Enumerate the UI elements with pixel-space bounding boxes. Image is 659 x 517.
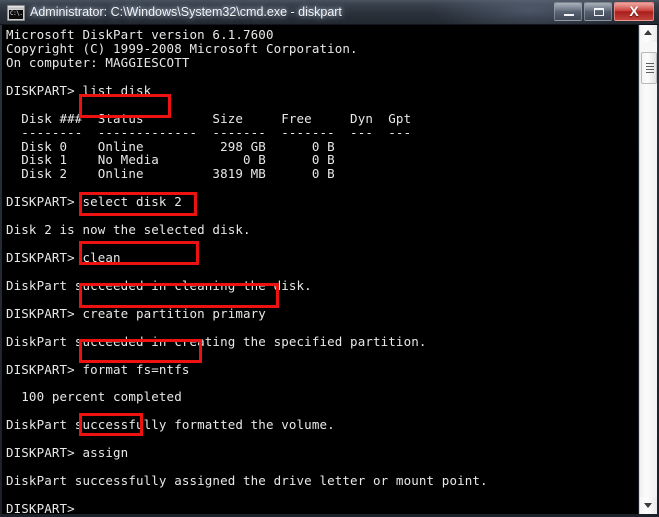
minimize-button[interactable] (554, 2, 582, 21)
console-line: DISKPART> assign (6, 445, 129, 461)
command-highlight-box (79, 241, 199, 265)
minimize-icon (564, 14, 574, 16)
vertical-scrollbar[interactable] (639, 25, 657, 514)
scroll-down-icon (644, 503, 652, 508)
console-line: DISKPART> (6, 500, 75, 514)
scroll-thumb-grip (646, 63, 654, 64)
command-highlight-box (79, 192, 197, 216)
close-icon: X (629, 3, 639, 19)
console-line: -------- ------------- ------- ------- -… (6, 124, 412, 140)
command-highlight-box (79, 283, 279, 308)
console-line: Disk 1 No Media 0 B 0 B (6, 152, 335, 168)
console-line: Disk 2 is now the selected disk. (6, 222, 251, 238)
console-output-area[interactable]: Microsoft DiskPart version 6.1.7600 Copyr… (2, 25, 638, 514)
title-bar[interactable]: C:\. Administrator: C:\Windows\System32\… (0, 0, 659, 25)
cmd-console-icon: C:\. (7, 5, 25, 21)
console-line: Disk 2 Online 3819 MB 0 B (6, 166, 335, 182)
icon-titlestrip (8, 6, 24, 9)
command-highlight-box (79, 94, 171, 118)
window-title: Administrator: C:\Windows\System32\cmd.e… (30, 5, 342, 19)
scroll-up-icon (644, 30, 652, 35)
command-highlight-box (79, 339, 202, 363)
scroll-down-arrow[interactable] (640, 497, 657, 514)
scroll-up-arrow[interactable] (640, 25, 657, 42)
console-line: 100 percent completed (6, 389, 182, 405)
maximize-icon (594, 8, 604, 16)
icon-screen: C:\. (9, 10, 23, 19)
close-button[interactable]: X (614, 2, 654, 21)
icon-prompt-text: C:\. (10, 10, 23, 17)
console-line: Disk 0 Online 298 GB 0 B (6, 138, 335, 154)
console-line: DISKPART> format fs=ntfs (6, 361, 190, 377)
scrollbar-track[interactable] (640, 42, 657, 52)
console-line: DISKPART> create partition primary (6, 305, 266, 321)
scroll-thumb[interactable] (641, 52, 657, 84)
console-line: DiskPart successfully assigned the drive… (6, 473, 488, 488)
command-highlight-box (79, 413, 143, 436)
maximize-button[interactable] (584, 2, 612, 21)
console-line: On computer: MAGGIESCOTT (6, 54, 190, 70)
console-line: Copyright (C) 1999-2008 Microsoft Corpor… (6, 40, 358, 56)
cmd-window: C:\. Administrator: C:\Windows\System32\… (0, 0, 659, 517)
button-gloss (555, 3, 581, 11)
console-line: Microsoft DiskPart version 6.1.7600 (6, 27, 274, 42)
